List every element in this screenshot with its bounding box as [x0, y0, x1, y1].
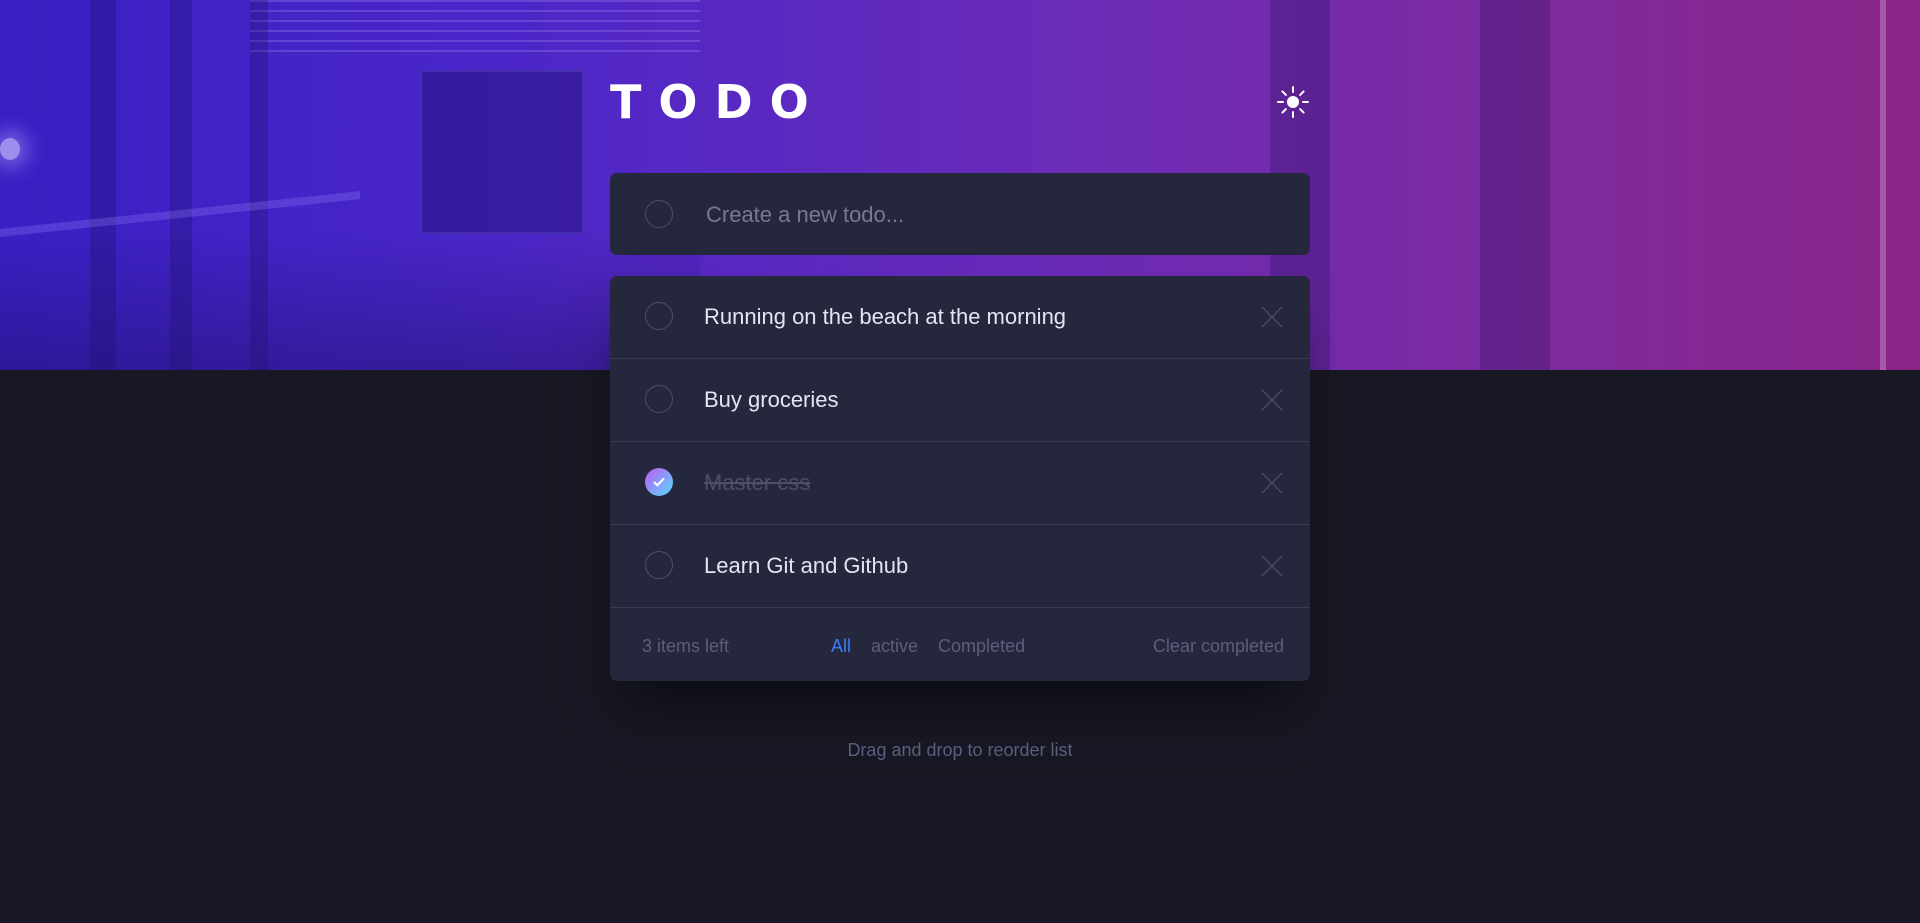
create-todo-box — [610, 173, 1310, 255]
delete-todo-button[interactable] — [1261, 389, 1283, 411]
theme-toggle-button[interactable] — [1276, 85, 1310, 119]
hero-doorway — [420, 70, 584, 234]
check-icon — [653, 477, 665, 487]
filter-completed[interactable]: Completed — [938, 636, 1025, 657]
todo-item[interactable]: Running on the beach at the morning — [610, 276, 1310, 359]
todo-list: Running on the beach at the morning Buy … — [610, 276, 1310, 681]
filter-all[interactable]: All — [831, 636, 851, 657]
todo-text: Running on the beach at the morning — [704, 304, 1067, 329]
clear-completed-button[interactable]: Clear completed — [1153, 636, 1284, 657]
todo-checkbox[interactable] — [645, 385, 673, 413]
hero-light — [0, 138, 20, 160]
todo-item[interactable]: Learn Git and Github — [610, 525, 1310, 608]
hero-pillar — [1480, 0, 1550, 370]
app-title: TODO — [610, 75, 826, 129]
delete-todo-button[interactable] — [1261, 306, 1283, 328]
todo-item[interactable]: Buy groceries — [610, 359, 1310, 442]
drag-drop-hint: Drag and drop to reorder list — [847, 740, 1073, 760]
todo-checkbox-checked[interactable] — [645, 468, 673, 496]
create-todo-input[interactable] — [704, 193, 1268, 237]
cross-icon — [1261, 306, 1283, 328]
todo-text: Learn Git and Github — [704, 553, 909, 578]
todo-text: Buy groceries — [704, 387, 839, 412]
create-todo-checkbox[interactable] — [645, 200, 673, 228]
todo-checkbox[interactable] — [645, 551, 673, 579]
hero-pillar — [1880, 0, 1886, 370]
todo-item[interactable]: Master css — [610, 442, 1310, 525]
items-left-count: 3 items left — [642, 636, 730, 656]
todo-checkbox[interactable] — [645, 302, 673, 330]
cross-icon — [1261, 472, 1283, 494]
filter-active[interactable]: active — [871, 636, 918, 657]
delete-todo-button[interactable] — [1261, 472, 1283, 494]
cross-icon — [1261, 389, 1283, 411]
cross-icon — [1261, 555, 1283, 577]
hero-floor — [0, 230, 700, 370]
sun-icon — [1277, 86, 1309, 118]
todo-text: Master css — [704, 470, 811, 495]
filter-group: All active Completed — [831, 636, 1025, 657]
hero-ceiling-lines — [250, 0, 700, 55]
todo-footer: 3 items left All active Completed Clear … — [610, 608, 1310, 681]
delete-todo-button[interactable] — [1261, 555, 1283, 577]
